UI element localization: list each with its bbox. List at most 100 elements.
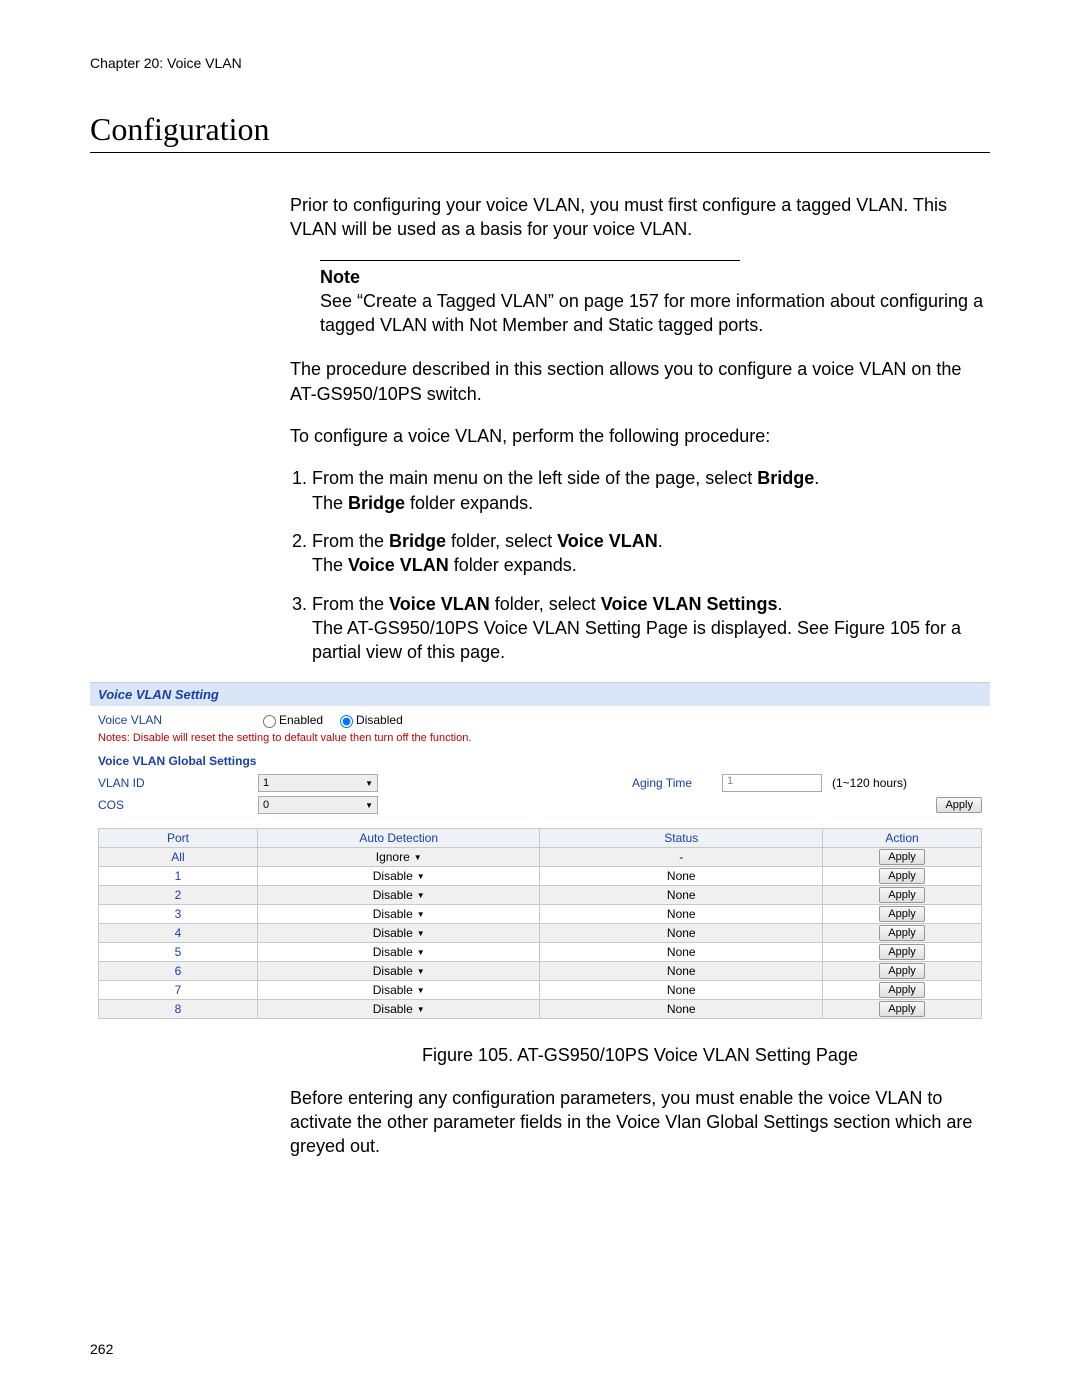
global-apply-button[interactable]: Apply xyxy=(936,797,982,813)
auto-detection-select[interactable]: Disable ▼ xyxy=(373,945,425,959)
row-apply-button[interactable]: Apply xyxy=(879,925,925,941)
status-cell: None xyxy=(540,962,823,981)
port-cell: 1 xyxy=(99,867,258,886)
auto-detection-cell: Disable ▼ xyxy=(257,905,540,924)
auto-detection-select[interactable]: Disable ▼ xyxy=(373,983,425,997)
step-1: From the main menu on the left side of t… xyxy=(312,466,990,515)
step-2-bold-bridge: Bridge xyxy=(389,531,446,551)
voice-vlan-label: Voice VLAN xyxy=(98,713,258,727)
auto-detection-select[interactable]: Disable ▼ xyxy=(373,888,425,902)
auto-detection-select[interactable]: Disable ▼ xyxy=(373,964,425,978)
step-1-bold-bridge2: Bridge xyxy=(348,493,405,513)
chevron-down-icon: ▼ xyxy=(414,853,422,862)
row-apply-button[interactable]: Apply xyxy=(879,944,925,960)
auto-detection-cell: Disable ▼ xyxy=(257,962,540,981)
paragraph-2: The procedure described in this section … xyxy=(290,357,990,406)
action-cell: Apply xyxy=(823,924,982,943)
status-cell: None xyxy=(540,943,823,962)
voice-vlan-enabled-radio[interactable]: Enabled xyxy=(258,712,323,728)
step-2-bold-voicevlan2: Voice VLAN xyxy=(348,555,449,575)
row-apply-button[interactable]: Apply xyxy=(879,963,925,979)
chevron-down-icon: ▼ xyxy=(417,891,425,900)
step-3-bold-settings: Voice VLAN Settings xyxy=(601,594,778,614)
table-row: All Ignore ▼ - Apply xyxy=(99,848,982,867)
aging-time-hint: (1~120 hours) xyxy=(832,776,922,790)
vlan-id-value: 1 xyxy=(263,777,269,789)
chevron-down-icon: ▼ xyxy=(417,967,425,976)
action-cell: Apply xyxy=(823,1000,982,1019)
port-cell: 3 xyxy=(99,905,258,924)
port-cell: 8 xyxy=(99,1000,258,1019)
chevron-down-icon: ▼ xyxy=(417,948,425,957)
auto-detection-cell: Disable ▼ xyxy=(257,924,540,943)
cos-value: 0 xyxy=(263,799,269,811)
status-cell: None xyxy=(540,1000,823,1019)
step-3-text-f: The AT-GS950/10PS Voice VLAN Setting Pag… xyxy=(312,618,961,662)
step-3-text-a: From the xyxy=(312,594,389,614)
auto-detection-cell: Ignore ▼ xyxy=(257,848,540,867)
step-2-text-c: folder, select xyxy=(446,531,557,551)
note-label: Note xyxy=(320,265,990,289)
row-apply-button[interactable]: Apply xyxy=(879,982,925,998)
figure-caption: Figure 105. AT-GS950/10PS Voice VLAN Set… xyxy=(290,1043,990,1067)
port-cell: 6 xyxy=(99,962,258,981)
action-cell: Apply xyxy=(823,962,982,981)
port-cell: 4 xyxy=(99,924,258,943)
table-row: 1 Disable ▼ None Apply xyxy=(99,867,982,886)
step-2-text-h: folder expands. xyxy=(449,555,577,575)
auto-detection-select[interactable]: Disable ▼ xyxy=(373,1002,425,1016)
col-status: Status xyxy=(540,829,823,848)
status-cell: None xyxy=(540,981,823,1000)
table-row: 3Disable ▼NoneApply xyxy=(99,905,982,924)
action-cell: Apply xyxy=(823,981,982,1000)
auto-detection-cell: Disable ▼ xyxy=(257,981,540,1000)
chevron-down-icon: ▼ xyxy=(417,910,425,919)
port-cell: All xyxy=(99,848,258,867)
cos-label: COS xyxy=(98,798,258,812)
figure-panel-title: Voice VLAN Setting xyxy=(90,683,990,706)
col-auto-detection: Auto Detection xyxy=(257,829,540,848)
voice-vlan-disabled-radio[interactable]: Disabled xyxy=(335,712,403,728)
table-row: 2Disable ▼NoneApply xyxy=(99,886,982,905)
vlan-id-label: VLAN ID xyxy=(98,776,258,790)
note-box: Note See “Create a Tagged VLAN” on page … xyxy=(320,260,990,338)
vlan-id-select[interactable]: 1 ▼ xyxy=(258,774,378,792)
action-cell: Apply xyxy=(823,886,982,905)
status-cell: None xyxy=(540,886,823,905)
port-cell: 5 xyxy=(99,943,258,962)
row-apply-button[interactable]: Apply xyxy=(879,849,925,865)
action-cell: Apply xyxy=(823,943,982,962)
step-1-text-c: . xyxy=(814,468,819,488)
section-title: Configuration xyxy=(90,111,990,153)
status-cell: None xyxy=(540,867,823,886)
row-apply-button[interactable]: Apply xyxy=(879,868,925,884)
row-apply-button[interactable]: Apply xyxy=(879,906,925,922)
disabled-radio-input[interactable] xyxy=(340,715,353,728)
step-3-bold-voicevlan: Voice VLAN xyxy=(389,594,490,614)
page-number: 262 xyxy=(90,1341,113,1357)
auto-detection-select[interactable]: Disable ▼ xyxy=(373,926,425,940)
step-2-bold-voicevlan: Voice VLAN xyxy=(557,531,658,551)
intro-paragraph: Prior to configuring your voice VLAN, yo… xyxy=(290,193,990,242)
aging-time-input[interactable]: 1 xyxy=(722,774,822,792)
port-table: Port Auto Detection Status Action AllIgn… xyxy=(98,828,982,1019)
auto-detection-cell: Disable ▼ xyxy=(257,943,540,962)
enabled-radio-input[interactable] xyxy=(263,715,276,728)
status-cell: - xyxy=(540,848,823,867)
row-apply-button[interactable]: Apply xyxy=(879,1001,925,1017)
step-2-text-f: The xyxy=(312,555,348,575)
auto-detection-select[interactable]: Disable ▼ xyxy=(373,869,425,883)
step-3: From the Voice VLAN folder, select Voice… xyxy=(312,592,990,665)
auto-detection-cell: Disable ▼ xyxy=(257,1000,540,1019)
table-row: 8 Disable ▼ None Apply xyxy=(99,1000,982,1019)
closing-paragraph: Before entering any configuration parame… xyxy=(290,1086,990,1159)
table-row: 5 Disable ▼ None Apply xyxy=(99,943,982,962)
row-apply-button[interactable]: Apply xyxy=(879,887,925,903)
global-settings-title: Voice VLAN Global Settings xyxy=(98,754,982,768)
auto-detection-select[interactable]: Disable ▼ xyxy=(373,907,425,921)
step-1-text-d: The xyxy=(312,493,348,513)
step-3-text-e: . xyxy=(777,594,782,614)
cos-select[interactable]: 0 ▼ xyxy=(258,796,378,814)
chevron-down-icon: ▼ xyxy=(365,801,373,810)
auto-detection-select[interactable]: Ignore ▼ xyxy=(376,850,422,864)
